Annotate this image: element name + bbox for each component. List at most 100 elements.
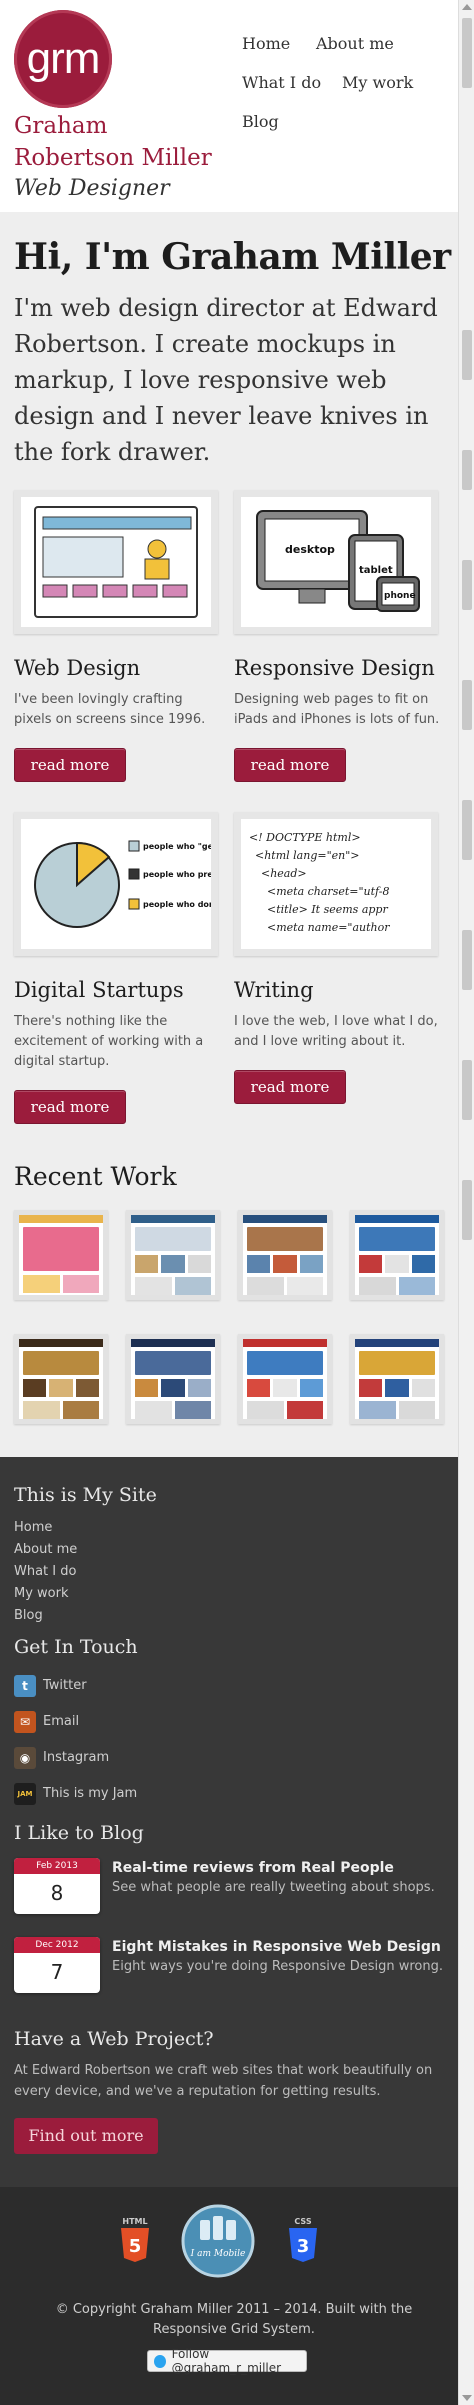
footer-link-home[interactable]: Home	[14, 1520, 52, 1535]
svg-text:CSS: CSS	[294, 2217, 311, 2226]
i-am-mobile-badge-icon[interactable]: I am Mobile	[178, 2204, 258, 2278]
scrollbar-segment	[462, 560, 472, 610]
scrollbar-thumb[interactable]	[462, 18, 472, 88]
web-project-text: At Edward Robertson we craft web sites t…	[14, 2063, 433, 2099]
portfolio-thumbnail[interactable]	[238, 1334, 332, 1424]
code-line-6: <meta name="author	[267, 921, 390, 934]
portfolio-thumbnail[interactable]	[350, 1334, 444, 1424]
web-project-heading: Have a Web Project?	[14, 2028, 214, 2050]
scrollbar-segment	[462, 930, 472, 990]
email-link[interactable]: Email	[43, 1714, 79, 1729]
portfolio-thumbnail[interactable]	[14, 1210, 108, 1300]
footer-site-heading: This is My Site	[14, 1484, 157, 1506]
twitter-follow-button[interactable]: Follow @graham_r_miller	[147, 2347, 307, 2375]
instagram-icon[interactable]: ◉	[14, 1747, 36, 1769]
blog-post-title[interactable]: Real-time reviews from Real People	[112, 1860, 394, 1876]
scrollbar-segment	[462, 1180, 472, 1240]
scrollbar-segment	[462, 800, 472, 860]
calendar-month: Dec 2012	[14, 1937, 100, 1953]
svg-text:I am Mobile: I am Mobile	[190, 2249, 246, 2259]
portfolio-thumbnail[interactable]	[14, 1334, 108, 1424]
find-out-more-button[interactable]: Find out more	[14, 2118, 158, 2154]
read-more-button[interactable]: read more	[234, 748, 346, 782]
service-text: I love the web, I love what I do, and I …	[234, 1014, 438, 1049]
svg-text:3: 3	[297, 2236, 310, 2257]
blog-heading: I Like to Blog	[14, 1822, 144, 1844]
email-icon[interactable]: ✉	[14, 1711, 36, 1733]
get-in-touch-heading: Get In Touch	[14, 1636, 138, 1658]
service-text: I've been lovingly crafting pixels on sc…	[14, 692, 206, 727]
blog-post-summary: Eight ways you're doing Responsive Desig…	[112, 1959, 443, 1974]
scrollbar-segment	[462, 1060, 472, 1120]
calendar-month: Feb 2013	[14, 1858, 100, 1874]
writing-illustration[interactable]: <! DOCTYPE html> <html lang="en"> <head>…	[234, 812, 438, 956]
service-title: Responsive Design	[234, 656, 435, 680]
recent-work-heading: Recent Work	[14, 1162, 177, 1191]
service-title: Writing	[234, 978, 314, 1002]
phone-label: phone	[384, 591, 416, 601]
footer-link-blog[interactable]: Blog	[14, 1608, 43, 1623]
calendar-day: 7	[50, 1960, 64, 1984]
twitter-bird-icon	[154, 2354, 166, 2368]
scroll-down-arrow-icon[interactable]	[462, 2395, 472, 2401]
devices-sketch-icon: desktop tablet phone	[256, 510, 420, 612]
code-line-4: <meta charset="utf-8	[267, 885, 389, 898]
vertical-scrollbar[interactable]	[458, 0, 474, 2405]
service-text: There's nothing like the excitement of w…	[14, 1014, 204, 1069]
footer-link-what-i-do[interactable]: What I do	[14, 1564, 76, 1579]
follow-label: Follow @graham_r_miller	[171, 2347, 282, 2375]
twitter-icon[interactable]: t	[14, 1675, 36, 1697]
site-role: Web Designer	[14, 176, 170, 201]
service-title: Digital Startups	[14, 978, 184, 1002]
site-logo[interactable]: grm	[14, 10, 112, 108]
hero-text: I'm web design director at Edward Robert…	[14, 294, 438, 466]
html5-badge-icon[interactable]: HTML 5	[118, 2216, 152, 2264]
desktop-label: desktop	[285, 543, 335, 556]
nav-what-i-do[interactable]: What I do	[242, 73, 321, 92]
pie-chart-sketch-icon: people who "get" pie charts people who p…	[34, 840, 269, 928]
tablet-label: tablet	[359, 565, 393, 576]
scrollbar-segment	[462, 680, 472, 730]
calendar-date-icon: Feb 2013 8	[14, 1858, 100, 1914]
read-more-button[interactable]: read more	[14, 1090, 126, 1124]
footer-link-my-work[interactable]: My work	[14, 1586, 69, 1601]
web-design-illustration[interactable]	[14, 490, 218, 634]
svg-text:5: 5	[129, 2236, 142, 2257]
code-line-3: <head>	[261, 867, 307, 880]
portfolio-thumbnail[interactable]	[238, 1210, 332, 1300]
twitter-link[interactable]: Twitter	[43, 1678, 87, 1693]
site-name[interactable]: Graham Robertson Miller	[14, 110, 214, 174]
nav-my-work[interactable]: My work	[342, 73, 413, 92]
service-title: Web Design	[14, 656, 141, 680]
code-line-2: <html lang="en">	[255, 849, 360, 862]
pie-legend-2: people who pretend to	[143, 870, 211, 879]
nav-home[interactable]: Home	[242, 34, 290, 53]
nav-blog[interactable]: Blog	[242, 112, 279, 131]
wireframe-sketch-icon	[34, 506, 198, 618]
handwritten-code-icon: <! DOCTYPE html> <html lang="en"> <head>…	[249, 831, 390, 934]
portfolio-thumbnail[interactable]	[350, 1210, 444, 1300]
portfolio-thumbnail[interactable]	[126, 1334, 220, 1424]
calendar-date-icon: Dec 2012 7	[14, 1937, 100, 1993]
blog-post-title[interactable]: Eight Mistakes in Responsive Web Design	[112, 1939, 441, 1955]
css3-badge-icon[interactable]: CSS 3	[286, 2216, 320, 2264]
read-more-button[interactable]: read more	[234, 1070, 346, 1104]
blog-post-summary: See what people are really tweeting abou…	[112, 1880, 435, 1895]
code-line-5: <title> It seems appr	[267, 903, 388, 916]
code-line-1: <! DOCTYPE html>	[249, 831, 361, 844]
scrollbar-segment	[462, 330, 472, 380]
footer-link-about[interactable]: About me	[14, 1542, 77, 1557]
jam-link[interactable]: This is my Jam	[43, 1786, 137, 1801]
jam-icon[interactable]: JAM	[14, 1783, 36, 1805]
instagram-link[interactable]: Instagram	[43, 1750, 109, 1765]
nav-about[interactable]: About me	[316, 34, 394, 53]
scrollbar-segment	[462, 450, 472, 490]
copyright-text: © Copyright Graham Miller 2011 – 2014. B…	[55, 2302, 413, 2337]
read-more-button[interactable]: read more	[14, 748, 126, 782]
scroll-up-arrow-icon[interactable]	[462, 4, 472, 10]
calendar-day: 8	[50, 1881, 64, 1905]
responsive-design-illustration[interactable]: desktop tablet phone	[234, 490, 438, 634]
digital-startups-illustration[interactable]: people who "get" pie charts people who p…	[14, 812, 269, 956]
hero-heading: Hi, I'm Graham Miller	[14, 236, 451, 278]
portfolio-thumbnail[interactable]	[126, 1210, 220, 1300]
